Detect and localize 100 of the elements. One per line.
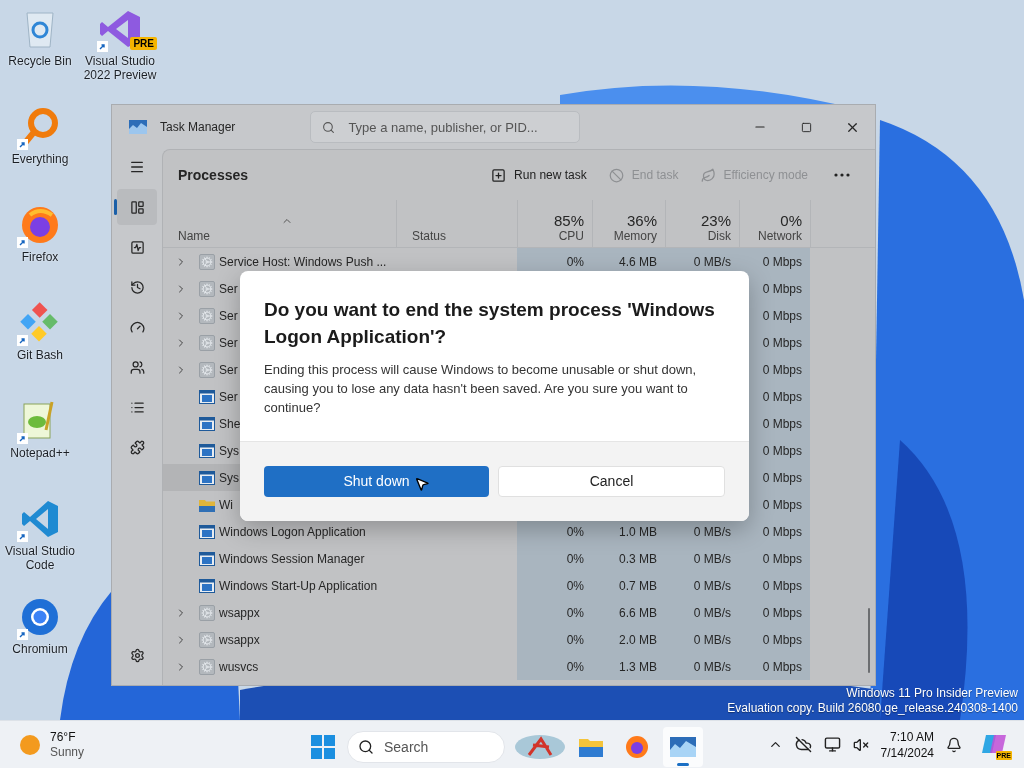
search-field[interactable]: Type a name, publisher, or PID...	[310, 111, 581, 143]
copilot-icon[interactable]	[982, 732, 1006, 755]
code-editor-icon	[20, 499, 60, 539]
table-cell-text: 0 MB/s	[693, 253, 731, 271]
column-total: 36%	[626, 212, 657, 229]
column-total: 0%	[780, 212, 802, 229]
process-row[interactable]: wusvcs 0% 1.3 MB 0 MB/s 0 Mbps	[163, 653, 810, 680]
taskbar-search-field[interactable]: Search	[347, 731, 505, 763]
process-name: Windows Start-Up Application	[219, 577, 378, 595]
table-cell-text: 0 MB/s	[693, 577, 731, 595]
shortcut-arrow-icon	[17, 335, 28, 346]
table-cell-text: 1.0 MB	[619, 523, 657, 541]
task-manager-icon	[129, 120, 147, 134]
process-name: Ser	[219, 280, 238, 298]
dialog-title: Do you want to end the system process 'Windows Logon Application'?	[264, 298, 716, 349]
weather-widget[interactable]: 76°F Sunny	[20, 729, 85, 760]
search-highlight-drawing	[515, 733, 565, 761]
notification-bell-icon[interactable]	[946, 736, 962, 753]
process-row[interactable]: Windows Start-Up Application 0% 0.7 MB 0 MB/s 0 Mbps	[163, 572, 810, 599]
gear-icon	[199, 253, 215, 270]
table-cell-text: 0 Mbps	[762, 550, 802, 568]
search-icon	[322, 121, 336, 134]
process-name: Ser	[219, 361, 238, 379]
secondary-button[interactable]: Cancel	[498, 466, 725, 497]
table-cell-text: 6.6 MB	[619, 604, 657, 622]
puzzle-icon	[129, 439, 145, 455]
column-header[interactable]: Status	[412, 229, 447, 244]
menu-icon	[129, 159, 145, 175]
cloud-off-icon[interactable]	[794, 736, 812, 753]
process-name: Windows Session Manager	[219, 550, 365, 568]
desktop-icon-label[interactable]: Recycle Bin	[8, 54, 72, 68]
task-manager-icon	[670, 737, 696, 757]
gear-icon	[199, 280, 215, 297]
shortcut-arrow-icon	[97, 41, 108, 52]
table-cell-text: 0 Mbps	[762, 388, 802, 406]
table-cell-text: 0 MB/s	[693, 523, 731, 541]
table-cell-text: 4.6 MB	[619, 253, 657, 271]
desktop-icon-label[interactable]: Chromium	[12, 642, 68, 656]
desktop-icon-label[interactable]: Git Bash	[17, 348, 63, 362]
primary-button[interactable]: Shut down	[264, 466, 489, 497]
column-header[interactable]: Name	[178, 229, 210, 244]
desktop-icon-label[interactable]: Visual Studio 2022 Preview	[80, 54, 160, 82]
table-cell-text: 0 MB/s	[693, 658, 731, 676]
gear-icon	[199, 631, 215, 648]
volume-muted-icon[interactable]	[852, 736, 869, 753]
table-cell-text: 0 Mbps	[762, 604, 802, 622]
desktop-icon-label[interactable]: Notepad++	[10, 446, 70, 460]
processes-icon	[129, 199, 145, 215]
process-row[interactable]: Windows Session Manager 0% 0.3 MB 0 MB/s 0 Mbps	[163, 545, 810, 572]
table-cell-text: 0%	[566, 577, 584, 595]
table-cell-text: 0 MB/s	[693, 604, 731, 622]
gear-icon	[199, 361, 215, 378]
app-window-icon	[199, 578, 215, 593]
table-cell-text: 0 Mbps	[762, 307, 802, 325]
column-header[interactable]: Network	[758, 229, 802, 244]
table-cell-text: 0 Mbps	[762, 415, 802, 433]
table-cell-text: 0 Mbps	[762, 631, 802, 649]
process-row[interactable]: wsappx 0% 2.0 MB 0 MB/s 0 Mbps	[163, 626, 810, 653]
shortcut-arrow-icon	[17, 629, 28, 640]
desktop-icon-label[interactable]: Visual Studio Code	[0, 544, 80, 572]
nav-tab[interactable]	[117, 189, 157, 225]
clock[interactable]: 7:10 AM 7/14/2024	[880, 728, 934, 761]
history-icon	[129, 279, 145, 295]
process-name: Sys	[219, 469, 239, 487]
process-name: Ser	[219, 388, 238, 406]
table-cell-text: 0%	[566, 550, 584, 568]
shortcut-arrow-icon	[17, 433, 28, 444]
sun-icon	[20, 734, 40, 755]
gear-icon	[199, 658, 215, 675]
leaf-icon	[700, 167, 716, 183]
firefox-icon	[20, 205, 60, 245]
desktop-icon-label[interactable]: Firefox	[21, 250, 59, 264]
table-cell-text: 0 Mbps	[762, 361, 802, 379]
dialog-message: Ending this process will cause Windows to become unusable or shut down, causing you to lose any data hasn't been saved. Are you sure you want to continue?	[264, 361, 698, 417]
shortcut-arrow-icon	[17, 531, 28, 542]
table-cell-text: 0 Mbps	[762, 334, 802, 352]
table-cell-text: 0 Mbps	[762, 253, 802, 271]
app-window-icon	[199, 524, 215, 539]
process-row[interactable]: wsappx 0% 6.6 MB 0 MB/s 0 Mbps	[163, 599, 810, 626]
taskbar-app-button[interactable]	[663, 727, 703, 767]
weather-condition: Sunny	[50, 744, 85, 760]
temperature: 76°F	[50, 729, 77, 745]
scrollbar-thumb[interactable]	[868, 608, 870, 673]
column-header[interactable]: CPU	[558, 229, 584, 244]
settings-icon	[129, 647, 145, 663]
monitor-icon[interactable]	[823, 736, 841, 753]
column-header[interactable]: Memory	[613, 229, 657, 244]
table-cell-text: 0 Mbps	[762, 523, 802, 541]
watermark-text: Evaluation copy. Build 26080.ge_release.240308-1400	[727, 701, 1018, 716]
table-cell-text: 0.3 MB	[619, 550, 657, 568]
process-name: Ser	[219, 307, 238, 325]
toolbar-button[interactable]: Run new task	[485, 159, 593, 191]
table-cell-text: 0 MB/s	[693, 631, 731, 649]
process-name: Service Host: Windows Push ...	[219, 253, 387, 271]
column-total: 85%	[553, 212, 584, 229]
table-cell-text: 1.3 MB	[619, 658, 657, 676]
process-name: Wi	[219, 496, 233, 514]
column-header[interactable]: Disk	[707, 229, 731, 244]
table-cell-text: 0%	[566, 523, 584, 541]
desktop-icon-label[interactable]: Everything	[11, 152, 69, 166]
